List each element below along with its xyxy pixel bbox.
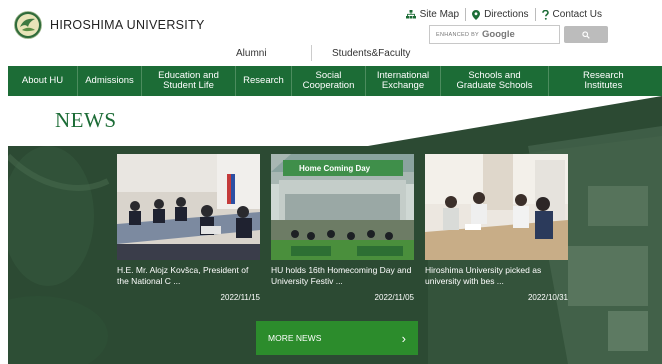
students-discussion-photo xyxy=(425,154,568,260)
site-search: ENHANCED BY Google xyxy=(429,25,608,44)
university-logo[interactable]: HIROSHIMA UNIVERSITY xyxy=(14,11,205,39)
search-enhanced-by-label: ENHANCED BY xyxy=(436,31,480,38)
more-news-button[interactable]: MORE NEWS › xyxy=(256,321,418,355)
main-navigation: About HU Admissions Education and Studen… xyxy=(8,66,662,96)
nav-schools-graduate-schools[interactable]: Schools and Graduate Schools xyxy=(441,66,549,96)
meeting-photo xyxy=(117,154,260,260)
directions-label: Directions xyxy=(484,9,529,20)
nav-research-institutes[interactable]: Research Institutes xyxy=(549,66,662,96)
news-card-date: 2022/10/31 xyxy=(527,293,568,302)
search-input[interactable]: ENHANCED BY Google xyxy=(429,25,560,44)
university-name: HIROSHIMA UNIVERSITY xyxy=(50,18,205,32)
homecoming-photo: Home Coming Day xyxy=(271,154,414,260)
more-news-label: MORE NEWS xyxy=(268,333,322,343)
site-map-link[interactable]: Site Map xyxy=(400,8,467,21)
audience-divider xyxy=(311,45,312,61)
nav-international-exchange[interactable]: International Exchange xyxy=(366,66,441,96)
news-card-title: H.E. Mr. Alojz Kovšca, President of the … xyxy=(117,265,249,286)
news-hero-background: NEWS H.E. Mr. Alojz Kovšca, President of… xyxy=(8,96,662,364)
news-card-title: Hiroshima University picked as universit… xyxy=(425,265,542,286)
directions-link[interactable]: Directions xyxy=(466,8,536,21)
students-faculty-link[interactable]: Students&Faculty xyxy=(332,48,410,59)
contact-us-label: Contact Us xyxy=(552,9,602,20)
site-map-label: Site Map xyxy=(419,9,460,20)
news-card-date: 2022/11/15 xyxy=(220,293,260,302)
search-button[interactable] xyxy=(564,26,608,43)
nav-education-student-life[interactable]: Education and Student Life xyxy=(142,66,236,96)
alumni-link[interactable]: Alumni xyxy=(236,48,267,59)
nav-social-cooperation[interactable]: Social Cooperation xyxy=(292,66,366,96)
search-icon xyxy=(582,30,590,39)
news-card-title: HU holds 16th Homecoming Day and Univers… xyxy=(271,265,412,286)
news-card-date: 2022/11/05 xyxy=(374,293,414,302)
utility-links: Site Map Directions Contact Us xyxy=(400,8,608,21)
contact-us-link[interactable]: Contact Us xyxy=(536,8,608,21)
nav-research[interactable]: Research xyxy=(236,66,292,96)
search-provider-label: Google xyxy=(482,29,515,40)
chevron-right-icon: › xyxy=(401,330,406,346)
phoenix-emblem-icon xyxy=(14,11,42,39)
page: HIROSHIMA UNIVERSITY Site Map Directions… xyxy=(0,0,662,364)
homecoming-banner-text: Home Coming Day xyxy=(299,164,371,173)
news-heading: NEWS xyxy=(55,108,117,132)
news-card[interactable]: Hiroshima University picked as universit… xyxy=(425,154,568,304)
site-header: HIROSHIMA UNIVERSITY Site Map Directions… xyxy=(0,0,662,66)
nav-about-hu[interactable]: About HU xyxy=(8,66,78,96)
main-content: NEWS H.E. Mr. Alojz Kovšca, President of… xyxy=(0,96,662,364)
nav-admissions[interactable]: Admissions xyxy=(78,66,142,96)
sitemap-icon xyxy=(405,10,416,19)
question-icon xyxy=(541,9,549,20)
news-card[interactable]: H.E. Mr. Alojz Kovšca, President of the … xyxy=(117,154,260,304)
news-card[interactable]: Home Coming Day HU holds 16th Homecoming… xyxy=(271,154,414,304)
map-pin-icon xyxy=(472,9,481,20)
